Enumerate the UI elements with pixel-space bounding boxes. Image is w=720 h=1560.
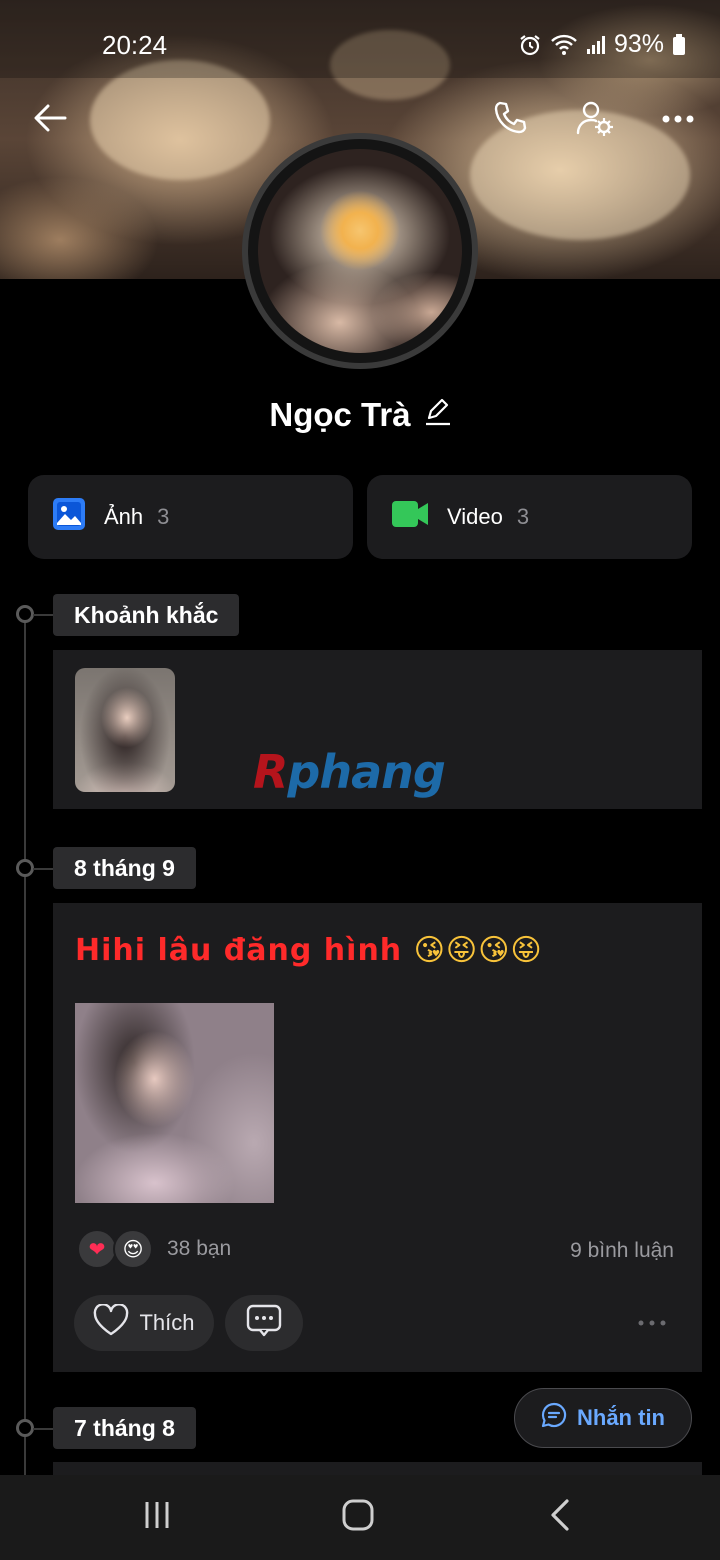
wifi-icon bbox=[550, 34, 578, 56]
post-date-label: 8 tháng 9 bbox=[53, 847, 196, 889]
phone-icon bbox=[492, 100, 528, 141]
like-button[interactable]: Thích bbox=[74, 1295, 214, 1351]
signal-icon bbox=[586, 35, 606, 55]
reactions-summary[interactable]: ❤ 😍 38 bạn bbox=[77, 1229, 231, 1269]
moments-card: Rphang bbox=[53, 650, 702, 809]
timeline-dot bbox=[16, 859, 34, 877]
photos-label: Ảnh bbox=[104, 504, 144, 529]
timeline-tick bbox=[33, 1428, 53, 1430]
timeline-dot bbox=[16, 1419, 34, 1437]
photo-icon bbox=[52, 497, 86, 537]
photos-count: 3 bbox=[157, 504, 170, 529]
recent-apps-icon bbox=[142, 1500, 172, 1535]
post-text: Hihi lâu đăng hình 😘😝😘😝 bbox=[75, 933, 543, 968]
video-icon bbox=[391, 500, 429, 534]
heart-eyes-reaction-icon: 😍 bbox=[113, 1229, 153, 1269]
comment-icon bbox=[246, 1304, 282, 1343]
status-bar: 20:24 93% bbox=[0, 0, 720, 92]
post-card: Hihi lâu đăng hình 😘😝😘😝 ❤ 😍 38 bạn 9 bìn… bbox=[53, 903, 702, 1372]
watermark-logo: Rphang bbox=[253, 745, 446, 799]
system-back-button[interactable] bbox=[525, 1487, 595, 1547]
profile-name: Ngọc Trà bbox=[269, 396, 411, 433]
avatar-image bbox=[258, 149, 462, 353]
chevron-left-icon bbox=[549, 1498, 571, 1537]
user-settings-icon bbox=[576, 99, 614, 142]
recent-apps-button[interactable] bbox=[122, 1487, 192, 1547]
call-button[interactable] bbox=[480, 90, 540, 150]
timeline-line bbox=[24, 614, 26, 1494]
chat-bubble-icon bbox=[541, 1402, 567, 1434]
system-nav-bar bbox=[0, 1475, 720, 1560]
message-label: Nhắn tin bbox=[577, 1405, 665, 1430]
back-arrow-icon bbox=[33, 103, 67, 138]
message-button[interactable]: Nhắn tin bbox=[514, 1388, 692, 1448]
heart-outline-icon bbox=[93, 1303, 129, 1342]
videos-card[interactable]: Video 3 bbox=[367, 475, 692, 559]
status-time: 20:24 bbox=[102, 30, 168, 60]
videos-count: 3 bbox=[516, 504, 530, 529]
comment-button[interactable] bbox=[225, 1295, 303, 1351]
battery-icon bbox=[672, 33, 686, 56]
comment-count[interactable]: 9 bình luận bbox=[570, 1239, 674, 1263]
profile-settings-button[interactable] bbox=[565, 90, 625, 150]
heart-reaction-icon: ❤ bbox=[77, 1229, 117, 1269]
timeline-tick bbox=[33, 868, 53, 870]
more-dots-icon bbox=[637, 1314, 667, 1332]
photos-card[interactable]: Ảnh 3 bbox=[28, 475, 353, 559]
moments-label: Khoảnh khắc bbox=[53, 594, 240, 636]
videos-label: Video bbox=[447, 504, 503, 529]
profile-name-row: Ngọc Trà bbox=[0, 396, 720, 434]
more-dots-icon bbox=[661, 111, 695, 129]
moment-thumbnail[interactable] bbox=[75, 668, 175, 792]
like-label: Thích bbox=[139, 1310, 195, 1335]
battery-text: 93% bbox=[613, 30, 664, 58]
post-more-button[interactable] bbox=[632, 1311, 672, 1335]
more-options-button[interactable] bbox=[648, 90, 708, 150]
back-button[interactable] bbox=[20, 90, 80, 150]
timeline-tick bbox=[33, 614, 53, 616]
reaction-count: 38 bạn bbox=[167, 1237, 232, 1260]
edit-name-icon[interactable] bbox=[425, 396, 451, 434]
home-icon bbox=[341, 1498, 375, 1537]
next-date-label: 7 tháng 8 bbox=[53, 1407, 196, 1449]
alarm-icon bbox=[518, 33, 542, 57]
timeline-dot bbox=[16, 605, 34, 623]
post-emojis: 😘😝😘😝 bbox=[413, 933, 543, 968]
post-image[interactable] bbox=[75, 1003, 274, 1203]
home-button[interactable] bbox=[323, 1487, 393, 1547]
avatar[interactable] bbox=[242, 133, 478, 369]
